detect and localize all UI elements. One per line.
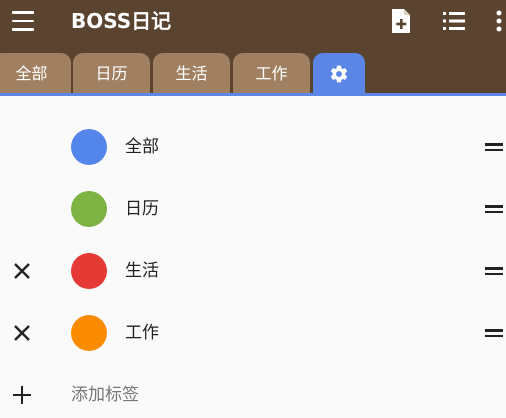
drag-handle-icon[interactable] (485, 267, 503, 275)
tag-tabs: 全部 日历 生活 工作 (0, 53, 506, 95)
tab-all[interactable]: 全部 (0, 53, 71, 95)
tag-row-calendar: 日历 (0, 178, 506, 240)
gear-icon (330, 65, 348, 83)
tag-color-dot[interactable] (71, 191, 107, 227)
tab-label: 日历 (95, 64, 128, 83)
menu-icon[interactable] (12, 11, 34, 31)
app-title: BOSS日记 (71, 9, 172, 33)
tab-label: 工作 (255, 64, 288, 83)
tag-row-work: 工作 (0, 302, 506, 364)
more-vert-icon[interactable] (496, 10, 502, 32)
close-icon[interactable] (12, 323, 32, 343)
drag-handle-icon[interactable] (485, 143, 503, 151)
plus-icon[interactable] (13, 386, 31, 404)
tag-row-all: 全部 (0, 116, 506, 178)
tag-label: 工作 (125, 323, 159, 343)
new-document-icon[interactable] (390, 8, 412, 34)
tab-label: 生活 (175, 64, 208, 83)
drag-handle-icon[interactable] (485, 205, 503, 213)
close-icon[interactable] (12, 261, 32, 281)
tab-life[interactable]: 生活 (153, 53, 230, 95)
tab-work[interactable]: 工作 (233, 53, 310, 95)
tag-label: 生活 (125, 261, 159, 281)
tag-row-life: 生活 (0, 240, 506, 302)
tab-label: 全部 (15, 64, 48, 83)
tag-color-dot[interactable] (71, 315, 107, 351)
tag-color-dot[interactable] (71, 253, 107, 289)
tab-settings[interactable] (313, 53, 365, 95)
add-tag-label: 添加标签 (71, 385, 139, 405)
tab-calendar[interactable]: 日历 (73, 53, 150, 95)
tag-label: 全部 (125, 137, 159, 157)
tab-indicator-strip (0, 93, 506, 96)
drag-handle-icon[interactable] (485, 329, 503, 337)
add-tag-row[interactable]: 添加标签 (0, 368, 506, 418)
tag-color-dot[interactable] (71, 129, 107, 165)
tag-label: 日历 (125, 199, 159, 219)
list-icon[interactable] (443, 11, 465, 31)
app-bar: BOSS日记 全部 日历 生活 工作 (0, 0, 506, 96)
